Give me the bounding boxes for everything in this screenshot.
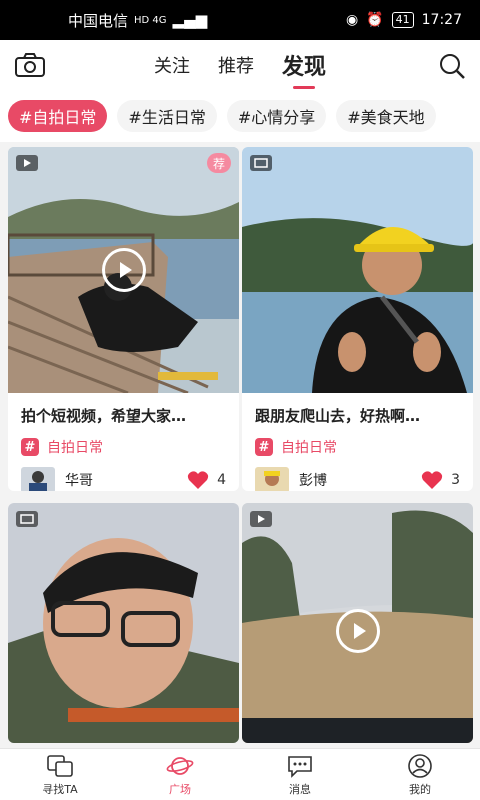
network-label: HD 4G: [134, 14, 167, 26]
eye-icon: ◉: [345, 12, 359, 28]
like-count: 4: [217, 472, 226, 488]
heart-icon: [421, 471, 443, 489]
username[interactable]: 彭博: [299, 470, 411, 490]
tag-food-world[interactable]: #美食天地: [336, 100, 436, 132]
video-thumbnail[interactable]: [242, 503, 473, 743]
card-topic[interactable]: # 自拍日常: [242, 427, 473, 457]
video-type-icon: [250, 511, 272, 527]
nav-find-ta-label: 寻找TA: [42, 782, 78, 796]
tab-follow[interactable]: 关注: [154, 52, 190, 78]
tag-mood-share[interactable]: #心情分享: [226, 100, 327, 132]
status-bar: 中国电信 HD 4G ▂▄▆ ◉ ⏰ 41 17:27: [0, 0, 480, 40]
nav-square[interactable]: 广场: [120, 749, 240, 800]
card-footer: 华哥 4: [8, 457, 239, 491]
tag-life-daily[interactable]: #生活日常: [117, 100, 217, 132]
camera-icon[interactable]: [14, 52, 46, 78]
nav-find-ta[interactable]: 寻找TA: [0, 749, 120, 800]
like-count: 3: [451, 472, 460, 488]
feed-card[interactable]: 荐 拍个短视频，希望大家… # 自拍日常 华哥 4: [8, 147, 239, 491]
clock-time: 17:27: [421, 12, 462, 28]
planet-icon: [166, 756, 194, 775]
tab-recommend[interactable]: 推荐: [218, 52, 254, 78]
video-type-icon: [16, 155, 38, 171]
nav-profile-label: 我的: [409, 782, 431, 796]
username[interactable]: 华哥: [65, 470, 177, 490]
avatar[interactable]: [21, 467, 55, 491]
top-navigation: 关注 推荐 发现: [0, 40, 480, 90]
search-icon[interactable]: [438, 52, 466, 80]
signal-icon: ▂▄▆: [172, 11, 208, 29]
feed-grid: 荐 拍个短视频，希望大家… # 自拍日常 华哥 4 跟朋友爬山去，好热啊… # …: [0, 142, 480, 748]
user-icon: [408, 753, 432, 778]
feed-card[interactable]: [8, 503, 239, 743]
nav-messages-label: 消息: [289, 782, 311, 796]
card-footer: 彭博 3: [242, 457, 473, 491]
feed-card[interactable]: [242, 503, 473, 743]
like-button[interactable]: 3: [421, 470, 460, 490]
nav-profile[interactable]: 我的: [360, 749, 480, 800]
card-topic-label: 自拍日常: [281, 440, 337, 456]
tag-selfie-daily[interactable]: #自拍日常: [8, 100, 108, 132]
tab-discover[interactable]: 发现: [282, 49, 326, 81]
photo-thumbnail[interactable]: [242, 147, 473, 393]
mountain-selfie-image: [242, 147, 473, 393]
like-button[interactable]: 4: [187, 470, 226, 490]
battery-icon: 41: [391, 12, 414, 28]
avatar[interactable]: [255, 467, 289, 491]
nav-messages[interactable]: 消息: [240, 749, 360, 800]
chat-bubble-icon: [288, 755, 312, 778]
photo-type-icon: [250, 155, 272, 171]
play-icon[interactable]: [101, 248, 146, 292]
card-title: 拍个短视频，希望大家…: [21, 407, 187, 425]
recommended-badge: 荐: [207, 153, 231, 173]
video-thumbnail[interactable]: 荐: [8, 147, 239, 393]
feed-card[interactable]: 跟朋友爬山去，好热啊… # 自拍日常 彭博 3: [242, 147, 473, 491]
heart-icon: [187, 471, 209, 489]
find-people-icon: [47, 754, 73, 777]
card-title: 跟朋友爬山去，好热啊…: [255, 407, 421, 425]
alarm-icon: ⏰: [366, 12, 384, 28]
hashtag-icon: #: [255, 438, 273, 456]
topic-tag-bar: #自拍日常 #生活日常 #心情分享 #美食天地: [0, 90, 480, 142]
play-icon[interactable]: [335, 609, 380, 653]
photo-type-icon: [16, 511, 38, 527]
nav-square-label: 广场: [169, 782, 191, 796]
hashtag-icon: #: [21, 438, 39, 456]
bottom-navigation: 寻找TA 广场 消息 我的: [0, 748, 480, 800]
card-topic[interactable]: # 自拍日常: [8, 427, 239, 457]
card-topic-label: 自拍日常: [47, 440, 103, 456]
carrier-label: 中国电信: [68, 11, 129, 30]
photo-thumbnail[interactable]: [8, 503, 239, 743]
glasses-selfie-image: [8, 503, 239, 743]
